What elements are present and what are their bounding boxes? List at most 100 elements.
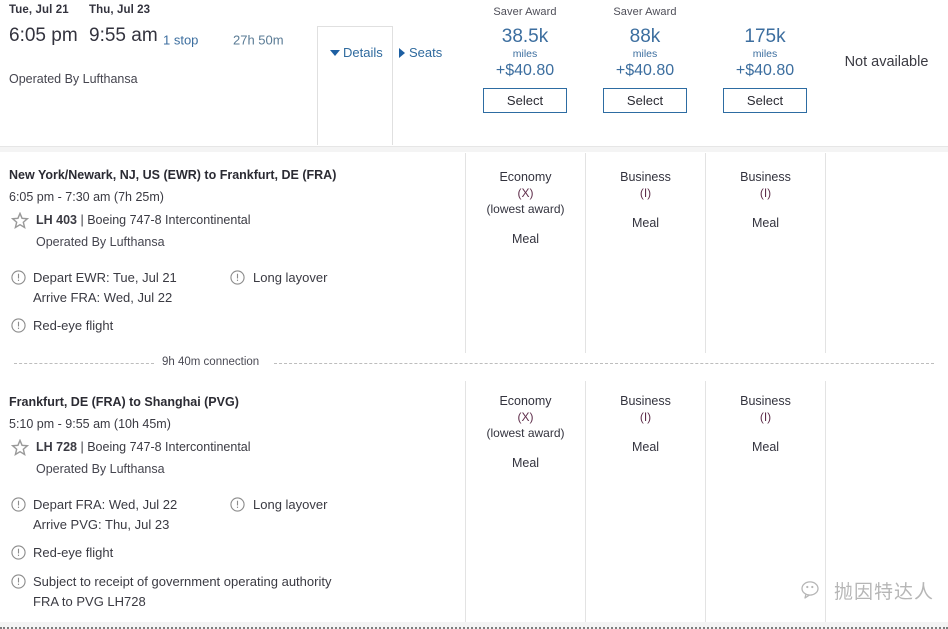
operated-by-summary: Operated By Lufthansa <box>9 72 138 86</box>
cabin-code: (X) <box>466 409 585 425</box>
stops-count[interactable]: 1 stop <box>163 33 198 48</box>
fare-column-4: Not available <box>825 0 948 146</box>
info-icon <box>230 270 245 285</box>
depart-time: 6:05 pm <box>9 25 78 47</box>
note-depart: Depart FRA: Wed, Jul 22 <box>33 495 177 514</box>
flight-result-card: Tue, Jul 21 Thu, Jul 23 6:05 pm 9:55 am … <box>0 0 948 629</box>
arrive-time: 9:55 am <box>89 25 158 47</box>
segment-times: 5:10 pm - 9:55 am (10h 45m) <box>9 417 171 431</box>
segment-1-cabin-4 <box>825 153 948 353</box>
info-icon <box>11 574 26 589</box>
cabin-name: Business <box>586 169 705 185</box>
connection-duration: 9h 40m connection <box>162 356 259 368</box>
wechat-icon <box>801 580 827 602</box>
details-label: Details <box>343 45 383 60</box>
note-gov-authority-route: FRA to PVG LH728 <box>33 592 146 611</box>
flight-number: LH 728 <box>36 440 77 454</box>
not-available-label: Not available <box>825 54 948 70</box>
aircraft-type: Boeing 747-8 Intercontinental <box>87 440 250 454</box>
cabin-meal: Meal <box>706 215 825 231</box>
divider-line-left <box>14 363 154 364</box>
segment-route: Frankfurt, DE (FRA) to Shanghai (PVG) <box>9 395 239 409</box>
cabin-meal: Meal <box>586 215 705 231</box>
cabin-code: (I) <box>706 409 825 425</box>
segment-operated-by: Operated By Lufthansa <box>36 462 165 476</box>
segment-1-cabin-3: Business (I) Meal <box>705 153 825 353</box>
cabin-meal: Meal <box>466 231 585 247</box>
cabin-lowest-award: (lowest award) <box>466 425 585 441</box>
select-button[interactable]: Select <box>723 88 807 113</box>
cabin-name: Economy <box>466 169 585 185</box>
miles-unit: miles <box>705 48 825 60</box>
miles-amount: 175k <box>705 27 825 46</box>
flight-separator: | <box>77 440 87 454</box>
segment-route: New York/Newark, NJ, US (EWR) to Frankfu… <box>9 168 336 182</box>
flight-number: LH 403 <box>36 213 77 227</box>
depart-date: Tue, Jul 21 <box>9 4 69 16</box>
cabin-meal: Meal <box>586 439 705 455</box>
cabin-code: (X) <box>466 185 585 201</box>
info-icon <box>11 270 26 285</box>
summary-left: Tue, Jul 21 Thu, Jul 23 6:05 pm 9:55 am … <box>0 0 470 146</box>
wechat-watermark: 抛因特达人 <box>801 577 934 604</box>
info-icon <box>11 318 26 333</box>
cabin-meal: Meal <box>706 439 825 455</box>
details-tab-card <box>317 26 393 145</box>
segment-1-info: New York/Newark, NJ, US (EWR) to Frankfu… <box>0 153 465 353</box>
segment-2-info: Frankfurt, DE (FRA) to Shanghai (PVG) 5:… <box>0 381 465 622</box>
seats-toggle[interactable]: Seats <box>399 45 442 60</box>
cabin-name: Business <box>706 169 825 185</box>
miles-unit: miles <box>585 48 705 60</box>
chevron-right-icon <box>399 48 405 58</box>
segment-times: 6:05 pm - 7:30 am (7h 25m) <box>9 190 164 204</box>
flight-separator: | <box>77 213 87 227</box>
cash-amount: +$40.80 <box>465 62 585 80</box>
miles-amount: 38.5k <box>465 27 585 46</box>
cabin-lowest-award: (lowest award) <box>466 201 585 217</box>
select-button[interactable]: Select <box>603 88 687 113</box>
award-type-label: Saver Award <box>585 6 705 18</box>
aircraft-type: Boeing 747-8 Intercontinental <box>87 213 250 227</box>
fare-column-2: Saver Award 88k miles +$40.80 Select <box>585 0 705 146</box>
note-red-eye: Red-eye flight <box>33 543 113 562</box>
star-alliance-icon <box>11 439 29 457</box>
cash-amount: +$40.80 <box>705 62 825 80</box>
watermark-text: 抛因特达人 <box>834 577 934 604</box>
note-arrive: Arrive FRA: Wed, Jul 22 <box>33 288 172 307</box>
fare-column-1: Saver Award 38.5k miles +$40.80 Select <box>465 0 585 146</box>
cash-amount: +$40.80 <box>585 62 705 80</box>
cabin-code: (I) <box>706 185 825 201</box>
flight-summary-row: Tue, Jul 21 Thu, Jul 23 6:05 pm 9:55 am … <box>0 0 948 147</box>
arrive-date: Thu, Jul 23 <box>89 4 150 16</box>
cabin-code: (I) <box>586 409 705 425</box>
segment-operated-by: Operated By Lufthansa <box>36 235 165 249</box>
connection-divider: 9h 40m connection <box>0 356 948 370</box>
cabin-meal: Meal <box>466 455 585 471</box>
details-toggle[interactable]: Details <box>330 45 383 60</box>
miles-amount: 88k <box>585 27 705 46</box>
fare-column-3: 175k miles +$40.80 Select <box>705 0 825 146</box>
segment-flight-line: LH 403 | Boeing 747-8 Intercontinental <box>36 213 251 227</box>
award-type-label: Saver Award <box>465 6 585 18</box>
note-red-eye: Red-eye flight <box>33 316 113 335</box>
cabin-name: Economy <box>466 393 585 409</box>
segment-1-cabin-2: Business (I) Meal <box>585 153 705 353</box>
note-long-layover: Long layover <box>253 495 327 514</box>
note-long-layover: Long layover <box>253 268 327 287</box>
miles-unit: miles <box>465 48 585 60</box>
cabin-name: Business <box>586 393 705 409</box>
chevron-down-icon <box>330 50 340 56</box>
total-duration: 27h 50m <box>233 33 284 48</box>
info-icon <box>11 497 26 512</box>
flight-details-panel: New York/Newark, NJ, US (EWR) to Frankfu… <box>0 152 948 622</box>
note-gov-authority: Subject to receipt of government operati… <box>33 572 331 591</box>
info-icon <box>230 497 245 512</box>
cabin-name: Business <box>706 393 825 409</box>
note-arrive: Arrive PVG: Thu, Jul 23 <box>33 515 169 534</box>
info-icon <box>11 545 26 560</box>
seats-label: Seats <box>409 45 442 60</box>
divider-line-right <box>274 363 934 364</box>
segment-2-cabin-1: Economy (X) (lowest award) Meal <box>465 381 585 622</box>
select-button[interactable]: Select <box>483 88 567 113</box>
segment-flight-line: LH 728 | Boeing 747-8 Intercontinental <box>36 440 251 454</box>
